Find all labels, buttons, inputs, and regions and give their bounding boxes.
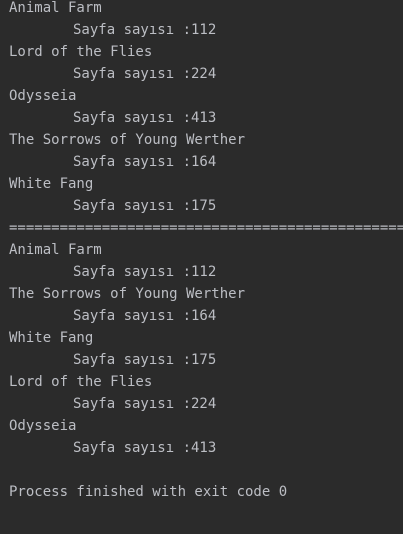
book-title: White Fang — [9, 330, 94, 346]
book-title: Animal Farm — [9, 242, 102, 258]
page-count: Sayfa sayısı :413 — [73, 440, 217, 456]
book-title: White Fang — [9, 176, 94, 192]
page-count: Sayfa sayısı :175 — [73, 352, 217, 368]
page-count: Sayfa sayısı :175 — [73, 198, 217, 214]
page-count: Sayfa sayısı :164 — [73, 154, 217, 170]
book-title: The Sorrows of Young Werther — [9, 286, 246, 302]
console-output: Animal Farm Sayfa sayısı :112 Lord of th… — [0, 0, 403, 531]
page-count: Sayfa sayısı :224 — [73, 66, 217, 82]
book-title: Odysseia — [9, 88, 77, 104]
book-title: Odysseia — [9, 418, 77, 434]
page-count: Sayfa sayısı :112 — [73, 264, 217, 280]
page-count: Sayfa sayısı :224 — [73, 396, 217, 412]
book-title: Lord of the Flies — [9, 44, 153, 60]
book-title: The Sorrows of Young Werther — [9, 132, 246, 148]
separator-line: ========================================… — [9, 220, 403, 236]
page-count: Sayfa sayısı :112 — [73, 22, 217, 38]
book-title: Lord of the Flies — [9, 374, 153, 390]
page-count: Sayfa sayısı :164 — [73, 308, 217, 324]
exit-message: Process finished with exit code 0 — [9, 484, 288, 500]
page-count: Sayfa sayısı :413 — [73, 110, 217, 126]
book-title: Animal Farm — [9, 0, 102, 16]
